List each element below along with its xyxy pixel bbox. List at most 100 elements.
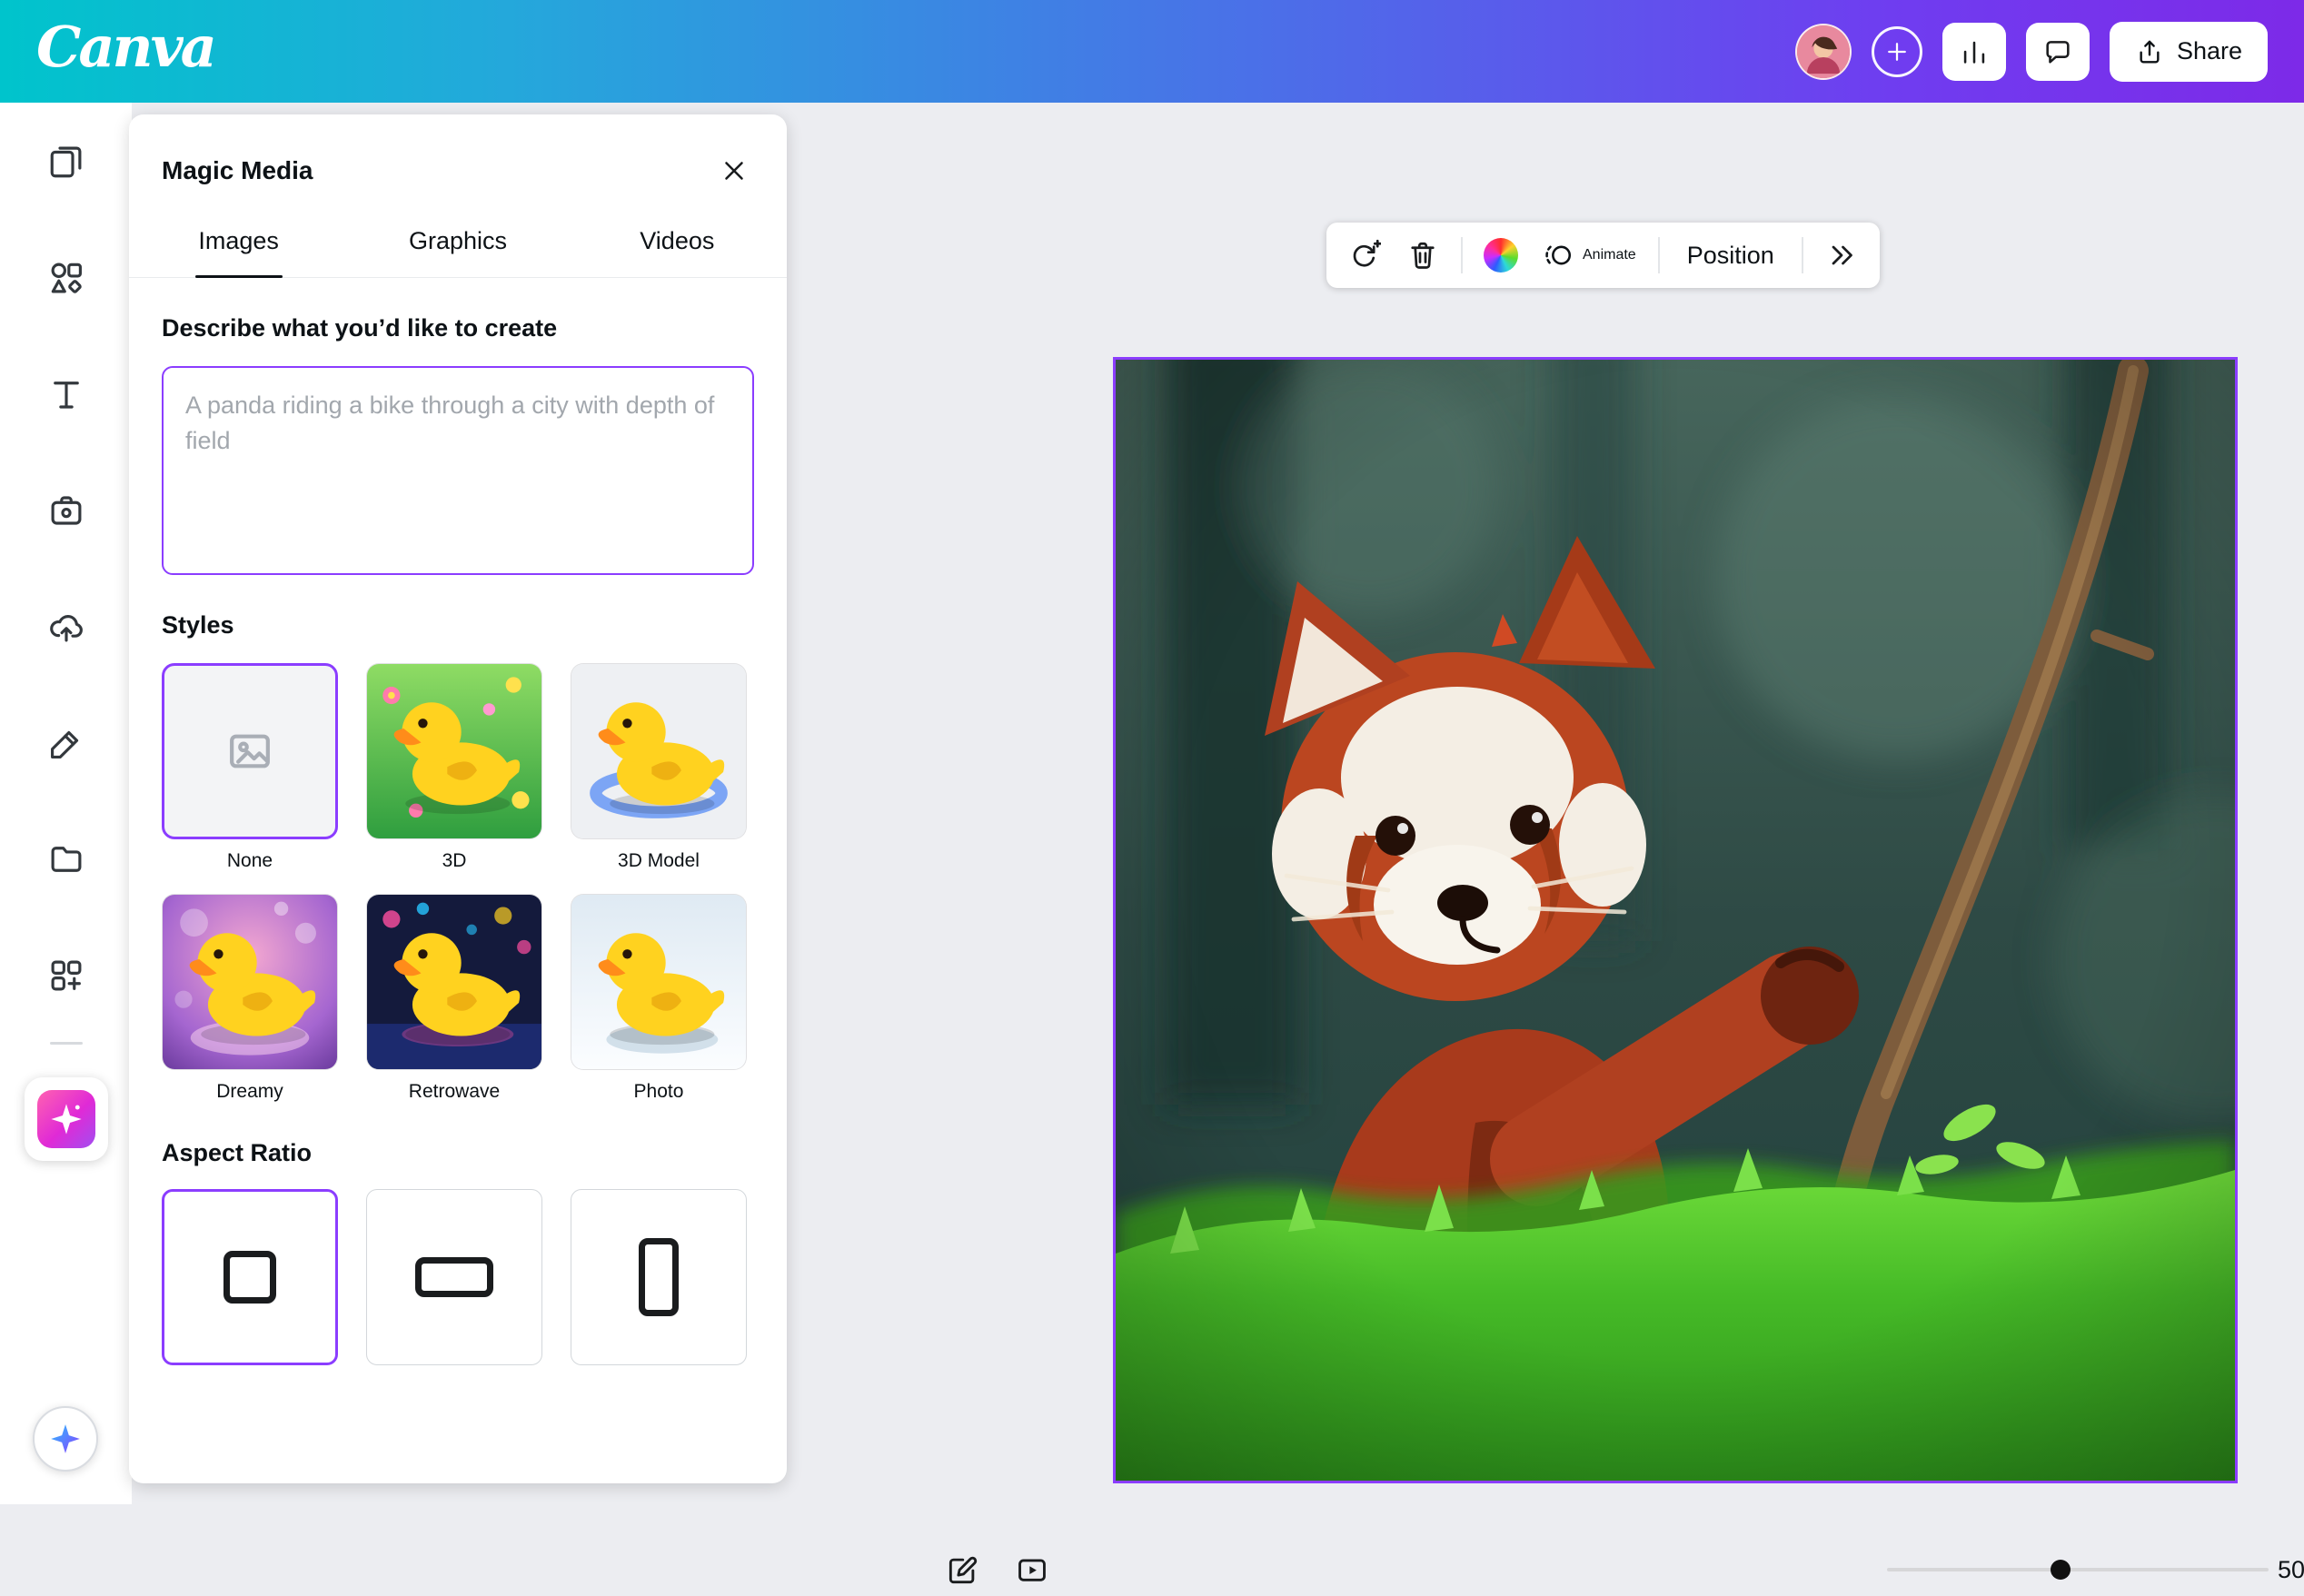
aspect-option-landscape[interactable]	[366, 1189, 542, 1365]
share-icon	[2135, 37, 2164, 66]
style-option-dreamy[interactable]: Dreamy	[162, 894, 338, 1103]
aspect-ratio-options	[162, 1189, 754, 1365]
style-label: 3D Model	[618, 850, 700, 872]
style-label: Photo	[634, 1081, 684, 1103]
styles-heading: Styles	[162, 611, 754, 639]
folder-icon	[47, 840, 85, 878]
trash-icon	[1406, 239, 1439, 272]
tab-graphics[interactable]: Graphics	[348, 214, 567, 277]
animate-icon	[1543, 240, 1574, 271]
notes-button[interactable]	[937, 1545, 988, 1596]
present-play-icon	[1015, 1553, 1049, 1588]
position-button[interactable]: Position	[1673, 242, 1789, 270]
sidebar-item-brand[interactable]	[33, 477, 100, 544]
toolbar-divider	[1802, 237, 1803, 273]
cloud-upload-icon	[47, 608, 85, 646]
color-wheel-icon	[1484, 238, 1518, 273]
zoom-slider-knob[interactable]	[2051, 1560, 2071, 1580]
square-ratio-icon	[223, 1251, 276, 1304]
double-chevron-right-icon	[1825, 239, 1858, 272]
create-new-button[interactable]	[1872, 26, 1922, 77]
regenerate-icon	[1348, 239, 1381, 272]
design-icon	[47, 143, 85, 181]
zoom-level[interactable]: 50%	[2278, 1556, 2304, 1584]
style-option-3d[interactable]: 3D	[366, 663, 542, 872]
tab-images[interactable]: Images	[129, 214, 348, 277]
text-icon	[47, 375, 85, 413]
aspect-option-square[interactable]	[162, 1189, 338, 1365]
sidebar-item-apps[interactable]	[33, 942, 100, 1009]
sidebar-item-design[interactable]	[33, 128, 100, 195]
share-button-label: Share	[2177, 37, 2242, 65]
sidebar-item-draw[interactable]	[33, 709, 100, 777]
style-option-3d-model[interactable]: 3D Model	[571, 663, 747, 872]
sidebar-divider	[50, 1042, 83, 1045]
red-panda-image	[1116, 360, 2235, 1481]
style-option-photo[interactable]: Photo	[571, 894, 747, 1103]
share-button[interactable]: Share	[2110, 22, 2268, 82]
present-button[interactable]	[1007, 1545, 1058, 1596]
style-option-none[interactable]: None	[162, 663, 338, 872]
style-label: Retrowave	[409, 1081, 500, 1103]
tab-videos[interactable]: Videos	[568, 214, 787, 277]
style-thumb-none	[162, 663, 338, 839]
close-icon	[719, 155, 750, 186]
more-options-button[interactable]	[1816, 230, 1867, 281]
sidebar-item-projects[interactable]	[33, 826, 100, 893]
apps-grid-icon	[47, 957, 85, 995]
panel-header: Magic Media	[129, 114, 787, 214]
elements-icon	[47, 259, 85, 297]
animate-button[interactable]: Animate	[1534, 240, 1645, 271]
brand-icon	[47, 491, 85, 530]
user-avatar[interactable]	[1795, 24, 1852, 80]
style-thumb-photo	[571, 894, 747, 1070]
panel-tabs: Images Graphics Videos	[129, 214, 787, 278]
aspect-ratio-heading: Aspect Ratio	[162, 1139, 754, 1167]
sidebar	[0, 103, 132, 1504]
sidebar-item-magic-media[interactable]	[25, 1077, 108, 1161]
style-label: Dreamy	[216, 1081, 283, 1103]
canva-assistant-button[interactable]	[33, 1406, 98, 1472]
top-bar: Canva Share	[0, 0, 2304, 103]
zoom-slider[interactable]	[1887, 1568, 2269, 1571]
prompt-input[interactable]	[162, 366, 754, 575]
magic-media-tile	[37, 1090, 95, 1148]
insights-button[interactable]	[1942, 23, 2006, 81]
toolbar-divider	[1658, 237, 1660, 273]
topbar-actions: Share	[1795, 22, 2268, 82]
chat-bubble-icon	[2042, 36, 2073, 67]
style-label: None	[227, 850, 273, 872]
color-button[interactable]	[1475, 230, 1526, 281]
bar-chart-icon	[1959, 36, 1990, 67]
selected-generated-image[interactable]	[1113, 357, 2238, 1483]
delete-button[interactable]	[1397, 230, 1448, 281]
style-option-retrowave[interactable]: Retrowave	[366, 894, 542, 1103]
sidebar-item-elements[interactable]	[33, 244, 100, 312]
close-panel-button[interactable]	[714, 151, 754, 191]
style-label: 3D	[442, 850, 467, 872]
object-toolbar: Animate Position	[1326, 223, 1880, 288]
landscape-ratio-icon	[415, 1257, 493, 1297]
describe-heading: Describe what you’d like to create	[162, 314, 754, 342]
pen-icon	[47, 724, 85, 762]
regenerate-button[interactable]	[1339, 230, 1390, 281]
panel-title: Magic Media	[162, 156, 313, 185]
assistant-sparkle-icon	[47, 1421, 84, 1457]
magic-media-panel: Magic Media Images Graphics Videos Descr…	[129, 114, 787, 1483]
styles-grid: None 3D	[162, 663, 754, 1103]
notes-pencil-icon	[945, 1553, 979, 1588]
style-thumb-3d	[366, 663, 542, 839]
sidebar-item-text[interactable]	[33, 361, 100, 428]
image-placeholder-icon	[164, 666, 335, 837]
sidebar-item-uploads[interactable]	[33, 593, 100, 660]
style-thumb-retrowave	[366, 894, 542, 1070]
animate-label: Animate	[1583, 247, 1636, 263]
comments-button[interactable]	[2026, 23, 2090, 81]
canva-logo[interactable]: Canva	[36, 19, 214, 84]
style-thumb-dreamy	[162, 894, 338, 1070]
toolbar-divider	[1461, 237, 1463, 273]
portrait-ratio-icon	[639, 1238, 679, 1316]
style-thumb-3d-model	[571, 663, 747, 839]
aspect-option-portrait[interactable]	[571, 1189, 747, 1365]
magic-sparkle-icon	[47, 1100, 85, 1138]
